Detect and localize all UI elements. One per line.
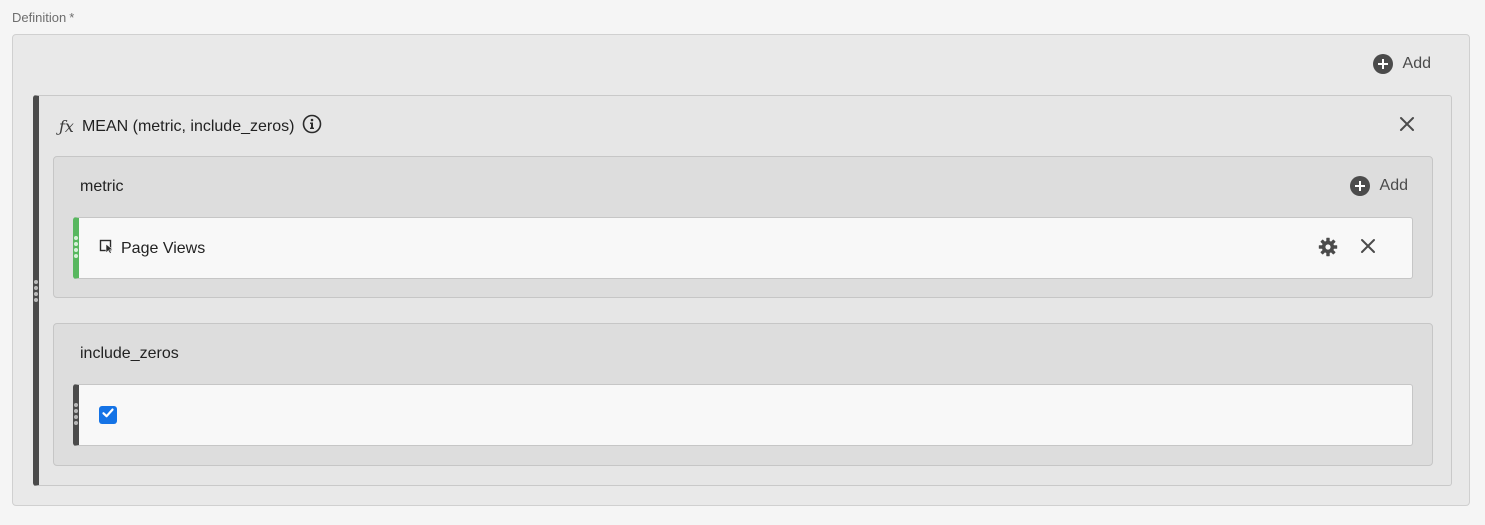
metric-add-button[interactable]: Add [1349,176,1408,196]
definition-label: Definition * [12,10,74,25]
include-zeros-drag-handle[interactable] [74,403,78,425]
metric-item-label: Page Views [121,239,206,257]
metric-icon [99,238,115,259]
gear-icon[interactable] [1318,237,1338,262]
function-card: ƒx MEAN (metric, include_zeros) metric A… [33,95,1452,486]
add-circle-icon [1349,176,1370,196]
metric-drag-handle[interactable] [74,236,78,258]
fx-icon: ƒx [59,117,74,136]
metric-item: Page Views [99,238,205,259]
include-zeros-argument: include_zeros [53,323,1433,466]
function-close-button[interactable] [1395,114,1419,138]
function-drag-handle[interactable] [34,280,38,302]
metric-argument: metric Add Page Views [53,156,1433,298]
metric-argument-label: metric [80,178,124,195]
info-icon[interactable] [302,114,322,139]
definition-add-button[interactable]: Add [1372,54,1431,74]
function-signature: MEAN (metric, include_zeros) [81,117,295,135]
definition-container: Add ƒx MEAN (metric, include_zeros) metr… [12,34,1470,506]
checkmark-icon [101,406,115,425]
include-zeros-argument-label: include_zeros [80,345,179,362]
add-circle-icon [1372,54,1393,74]
definition-label-text: Definition [12,10,67,25]
metric-add-label: Add [1379,177,1408,194]
definition-add-label: Add [1402,55,1431,72]
close-icon [1399,116,1415,137]
function-header: ƒx MEAN (metric, include_zeros) [59,114,322,139]
include-zeros-checkbox[interactable] [99,406,117,424]
include-zeros-row [73,384,1413,446]
definition-section: Definition * Add ƒx MEAN (metric, includ… [0,0,1485,525]
close-icon [1360,238,1376,259]
metric-item-row[interactable]: Page Views [73,217,1413,279]
required-asterisk: * [69,10,75,25]
metric-remove-button[interactable] [1356,236,1380,260]
